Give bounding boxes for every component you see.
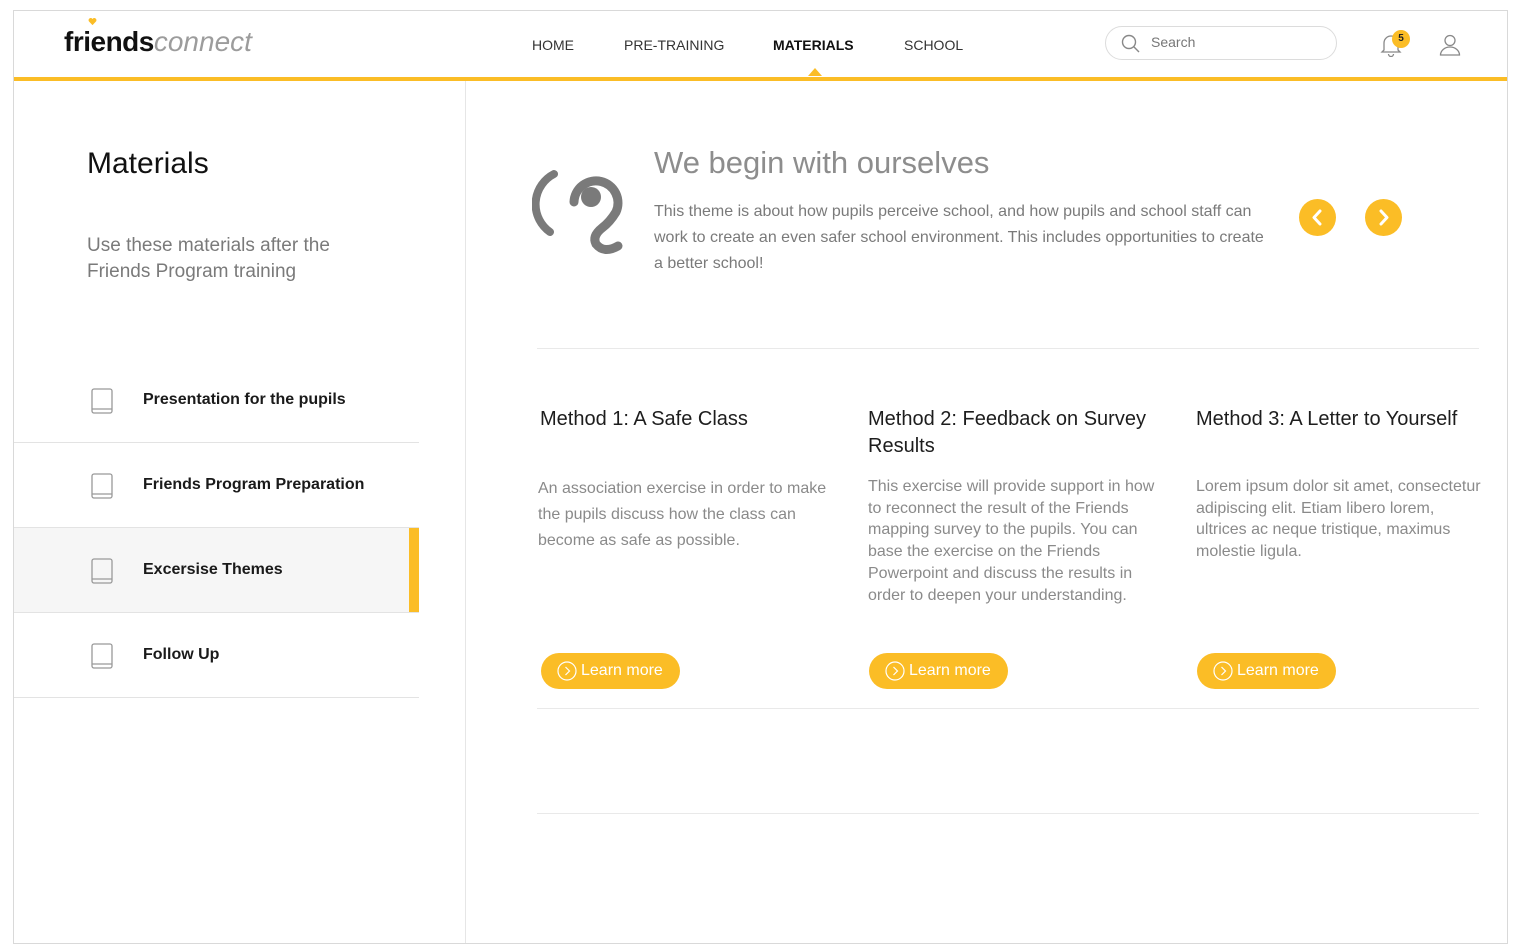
search-input[interactable] xyxy=(1151,34,1321,50)
method-3-description: Lorem ipsum dolor sit amet, consectetur … xyxy=(1196,478,1481,561)
nav-pre-training[interactable]: PRE-TRAINING xyxy=(624,37,724,53)
method-1-description: An association exercise in order to make… xyxy=(538,480,827,549)
nav-home[interactable]: HOME xyxy=(532,37,574,53)
sidebar-item-preparation[interactable]: Friends Program Preparation xyxy=(14,443,419,528)
sidebar-item-exercise-themes[interactable]: Excersise Themes xyxy=(14,528,419,613)
section-divider xyxy=(537,708,1479,709)
circle-chevron-right-icon xyxy=(557,661,577,681)
logo-text-light: connect xyxy=(153,26,252,57)
active-item-indicator xyxy=(409,528,419,612)
heart-icon xyxy=(88,18,97,26)
book-icon xyxy=(91,388,113,414)
method-2-title: Method 2: Feedback on Survey Results xyxy=(868,408,1146,457)
book-icon xyxy=(91,558,113,584)
app-window: friendsconnect HOME PRE-TRAINING MATERIA… xyxy=(13,10,1508,944)
method-1-title: Method 1: A Safe Class xyxy=(540,408,748,430)
search-box[interactable] xyxy=(1105,26,1337,60)
learn-more-label: Learn more xyxy=(909,662,991,679)
book-icon xyxy=(91,473,113,499)
theme-description: This theme is about how pupils perceive … xyxy=(654,203,1264,272)
section-divider xyxy=(537,348,1479,349)
user-avatar-icon[interactable] xyxy=(1439,33,1461,57)
circle-chevron-right-icon xyxy=(1213,661,1233,681)
nav-materials[interactable]: MATERIALS xyxy=(773,37,854,53)
sidebar-item-label: Excersise Themes xyxy=(143,561,283,578)
circle-chevron-right-icon xyxy=(885,661,905,681)
search-icon xyxy=(1121,34,1140,53)
top-navigation-bar: friendsconnect HOME PRE-TRAINING MATERIA… xyxy=(14,11,1507,81)
method-3-learn-more-button[interactable]: Learn more xyxy=(1197,653,1336,689)
method-2-description: This exercise will provide support in ho… xyxy=(868,478,1155,604)
theme-title: We begin with ourselves xyxy=(654,145,990,180)
notification-badge: 5 xyxy=(1392,30,1410,48)
section-divider xyxy=(537,813,1479,814)
learn-more-label: Learn more xyxy=(581,662,663,679)
method-3-title: Method 3: A Letter to Yourself xyxy=(1196,408,1458,430)
sidebar-item-label: Friends Program Preparation xyxy=(143,476,365,493)
chevron-left-icon xyxy=(1312,209,1322,226)
previous-button[interactable] xyxy=(1299,199,1336,236)
chevron-right-icon xyxy=(1379,209,1389,226)
nav-school[interactable]: SCHOOL xyxy=(904,37,963,53)
sidebar-title: Materials xyxy=(87,147,209,180)
friends-connect-logo[interactable]: friendsconnect xyxy=(64,18,252,59)
learn-more-label: Learn more xyxy=(1237,662,1319,679)
active-nav-indicator xyxy=(808,68,822,76)
sidebar-item-follow-up[interactable]: Follow Up xyxy=(14,613,419,698)
sidebar-item-presentation[interactable]: Presentation for the pupils xyxy=(14,358,419,443)
main-content: We begin with ourselves This theme is ab… xyxy=(466,81,1507,943)
sidebar-item-label: Follow Up xyxy=(143,646,220,663)
sidebar-item-label: Presentation for the pupils xyxy=(143,391,346,408)
sidebar: Materials Use these materials after the … xyxy=(14,81,466,943)
sidebar-subtitle: Use these materials after the Friends Pr… xyxy=(87,235,330,282)
method-1-learn-more-button[interactable]: Learn more xyxy=(541,653,680,689)
logo-text-bold: friends xyxy=(64,26,154,57)
book-icon xyxy=(91,643,113,669)
next-button[interactable] xyxy=(1365,199,1402,236)
method-2-learn-more-button[interactable]: Learn more xyxy=(869,653,1008,689)
ear-icon xyxy=(532,170,623,254)
